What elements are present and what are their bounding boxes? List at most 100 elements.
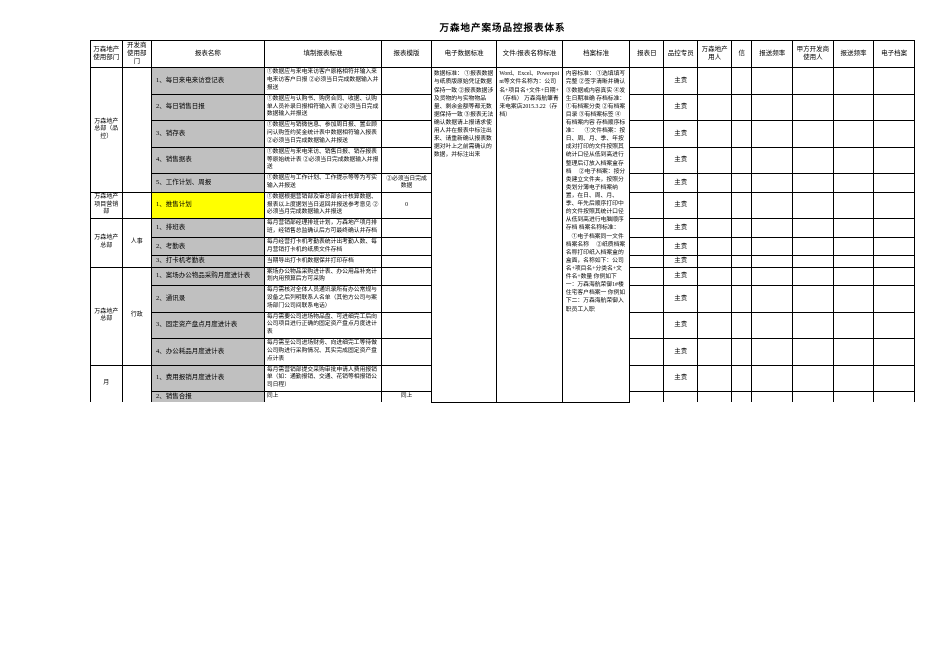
h-name: 报表名称 (151, 41, 264, 68)
qc-cell: 主责 (664, 121, 698, 147)
date-cell (630, 365, 664, 391)
template-cell (382, 94, 432, 120)
report-std: ①数据应与来电来访客户原格相符并输入来电来访客户日报 ②必须当日完成数据输入并报… (264, 68, 381, 94)
report-name: 1、费用报销月度进计表 (151, 365, 264, 391)
edata-col: 数据标准： ①报表数据与纸质版原始凭证数据保持一致 ②报表数据涉及货物的与实物物… (431, 68, 496, 402)
report-name-highlight: 1、推售计划 (151, 192, 264, 218)
date-cell (630, 219, 664, 238)
page-title: 万森地产案场品控报表体系 (90, 20, 915, 34)
h-filename: 文件/报表名称标准 (497, 41, 562, 68)
report-std: 案场办公物品采购进计表、办公用品补充计划内用预算后方可采购 (264, 267, 381, 286)
report-std: 当期导出打卡机数据保并打印存档 (264, 256, 381, 267)
template-cell (382, 237, 432, 256)
date-cell (630, 147, 664, 173)
qc-cell: 主责 (664, 219, 698, 238)
h-qc: 品控专员 (664, 41, 698, 68)
dept1-cell: 万森地产总部（品控） (91, 68, 123, 192)
report-name: 2、通讯录 (151, 286, 264, 312)
report-std: 每月需营销部提交采购审批申请人费用报销单（如：通勤报销、交通、花销等相报销公司日… (264, 365, 381, 391)
date-cell (630, 237, 664, 256)
header-row: 万森地产使用部门 开发商使用部门 报表名称 填制报表标准 报表模版 电子数据标准… (91, 41, 915, 68)
template-cell (382, 365, 432, 391)
date-cell (630, 312, 664, 338)
h-template: 报表模版 (382, 41, 432, 68)
report-name: 2、每日销售日报 (151, 94, 264, 120)
h-archive: 档案标准 (562, 41, 630, 68)
h-efile: 电子档案 (874, 41, 915, 68)
archive-col: 内容标准： ①选填填写完整 ②签字清晰并确认 ③数据或内容真实 ④发生日期准确 … (562, 68, 630, 402)
template-cell (382, 339, 432, 365)
template-cell (382, 219, 432, 238)
date-cell (630, 94, 664, 120)
dept1-cell: 万森地产总部 (91, 219, 123, 267)
qc-cell: 主责 (664, 339, 698, 365)
h-date: 报表日 (630, 41, 664, 68)
qc-cell: 主责 (664, 312, 698, 338)
report-std: 每月经营打卡机考勤表统计出考勤人数、每月营销打卡机的纸质文件存档 (264, 237, 381, 256)
date-cell (630, 286, 664, 312)
template-cell (382, 121, 432, 147)
report-name: 5、工作计划、周报 (151, 174, 264, 193)
report-name: 1、每日来电来访登记表 (151, 68, 264, 94)
qc-cell: 主责 (664, 256, 698, 267)
report-std: 每月营销部经理排班计划，万森地产项月排班，经销售总监确认后方可最终确认并存档 (264, 219, 381, 238)
date-cell (630, 121, 664, 147)
h-client: 甲方开发商使用人 (793, 41, 834, 68)
h-msg: 信 (732, 41, 752, 68)
report-name: 1、案场办公物品采购月度进计表 (151, 267, 264, 286)
report-std: ①数据根据营销部及审总部会计核算数据、报表以上度据划当日返回并报送参考意见 ②必… (264, 192, 381, 218)
freq1-cell (752, 68, 793, 94)
client-cell (793, 68, 834, 94)
date-cell (630, 192, 664, 218)
template-cell (382, 267, 432, 286)
h-std: 填制报表标准 (264, 41, 381, 68)
report-name: 1、排班表 (151, 219, 264, 238)
report-std: ①数据应与销微信息、参加周日报、置业顾问认购签约奖金统计表中数据相符输入报表 ②… (264, 121, 381, 147)
template-cell: 同上 (382, 391, 432, 402)
report-name: 4、销售据表 (151, 147, 264, 173)
efile-cell (874, 68, 915, 94)
report-name: 3、打卡机考勤表 (151, 256, 264, 267)
msg-cell (732, 68, 752, 94)
h-edata: 电子数据标准 (431, 41, 496, 68)
qc-cell (664, 391, 698, 402)
report-name: 2、考勤表 (151, 237, 264, 256)
h-dept2: 开发商使用部门 (122, 41, 151, 68)
qc-cell: 主责 (664, 94, 698, 120)
dept2-cell (122, 68, 151, 192)
dept1-cell: 万森地产项目营销部 (91, 192, 123, 218)
date-cell (630, 339, 664, 365)
template-cell (382, 256, 432, 267)
h-freq2: 报送频率 (833, 41, 874, 68)
dept2-cell (122, 192, 151, 218)
qc-cell: 主责 (664, 192, 698, 218)
template-cell (382, 68, 432, 94)
template-cell (382, 312, 432, 338)
report-std: ①数据应与认购书、购房合同、收据、认购单人员补录日报相符输入表 ②必须当日完成数… (264, 94, 381, 120)
dept1b-cell: 行政 (122, 267, 151, 365)
report-name: 4、办公耗品月度进计表 (151, 339, 264, 365)
side-month: 月 (91, 365, 123, 402)
qc-cell: 主责 (664, 147, 698, 173)
qc-cell: 主责 (664, 174, 698, 193)
date-cell (630, 267, 664, 286)
h-user: 万森地产用人 (698, 41, 732, 68)
dept1-cell: 万森地产总部 (91, 267, 123, 365)
report-name: 3、固定资产盘点月度进计表 (151, 312, 264, 338)
report-std: ①数据应与来电来访、销售日报、销存报表等原始统计表 ②必须当日完成数据输入并报送 (264, 147, 381, 173)
date-cell (630, 256, 664, 267)
report-std: 每月需要公司进场物品盘、可进细完工后向公司项目进行正确的固定资产盘点月度进计表 (264, 312, 381, 338)
template-cell (382, 286, 432, 312)
report-std: 同上 (264, 391, 381, 402)
h-dept1: 万森地产使用部门 (91, 41, 123, 68)
freq2-cell (833, 68, 874, 94)
report-std: ①数据应与工作计划、工作提示等等为写实输入并报送 (264, 174, 381, 193)
report-name: 3、销存表 (151, 121, 264, 147)
report-std: 每月需至公司进场财务、向进细完工等待做公司购进行采购情况、其实完成固定资产盘点计… (264, 339, 381, 365)
report-std: 每月需核对全体人员通讯录所有办公常规与设备之后列明联系人名单（其他方公司与案场部… (264, 286, 381, 312)
date-cell (630, 174, 664, 193)
qc-cell: 主责 (664, 286, 698, 312)
qc-cell: 主责 (664, 68, 698, 94)
table-row: 万森地产总部（品控） 1、每日来电来访登记表 ①数据应与来电来访客户原格相符并输… (91, 68, 915, 94)
report-name: 2、销售合报 (151, 391, 264, 402)
